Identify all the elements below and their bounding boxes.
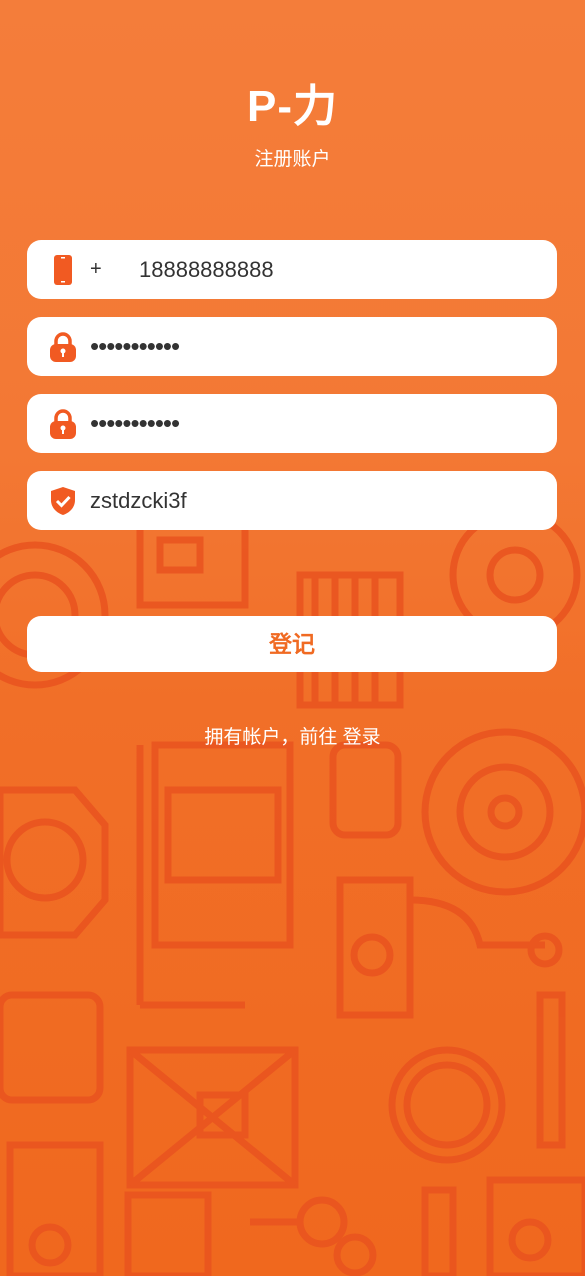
password-field[interactable]: ••••••••••• [27,317,557,376]
country-code-prefix[interactable]: + [90,240,102,299]
phone-icon [49,255,77,285]
password-input[interactable]: ••••••••••• [90,317,180,376]
page-subtitle: 注册账户 [254,149,331,170]
login-prompt-text: 拥有帐户，前往 [204,727,343,748]
verification-code-input[interactable]: zstdzcki3f [90,471,187,530]
shield-check-icon [49,486,77,516]
lock-icon [49,409,77,439]
phone-field[interactable]: + 18888888888 [27,240,557,299]
confirm-password-input[interactable]: ••••••••••• [90,394,180,453]
lock-icon [49,332,77,362]
phone-number-input[interactable]: 18888888888 [139,240,274,299]
login-prompt: 拥有帐户，前往 登录 [0,722,585,749]
app-title: P-力 [247,82,338,131]
confirm-password-field[interactable]: ••••••••••• [27,394,557,453]
login-link[interactable]: 登录 [343,727,381,748]
register-page: P-力 注册账户 + 18888888888 ••••••••••• •••••… [0,0,585,1276]
register-submit-button[interactable]: 登记 [27,616,557,672]
verification-code-field[interactable]: zstdzcki3f [27,471,557,530]
